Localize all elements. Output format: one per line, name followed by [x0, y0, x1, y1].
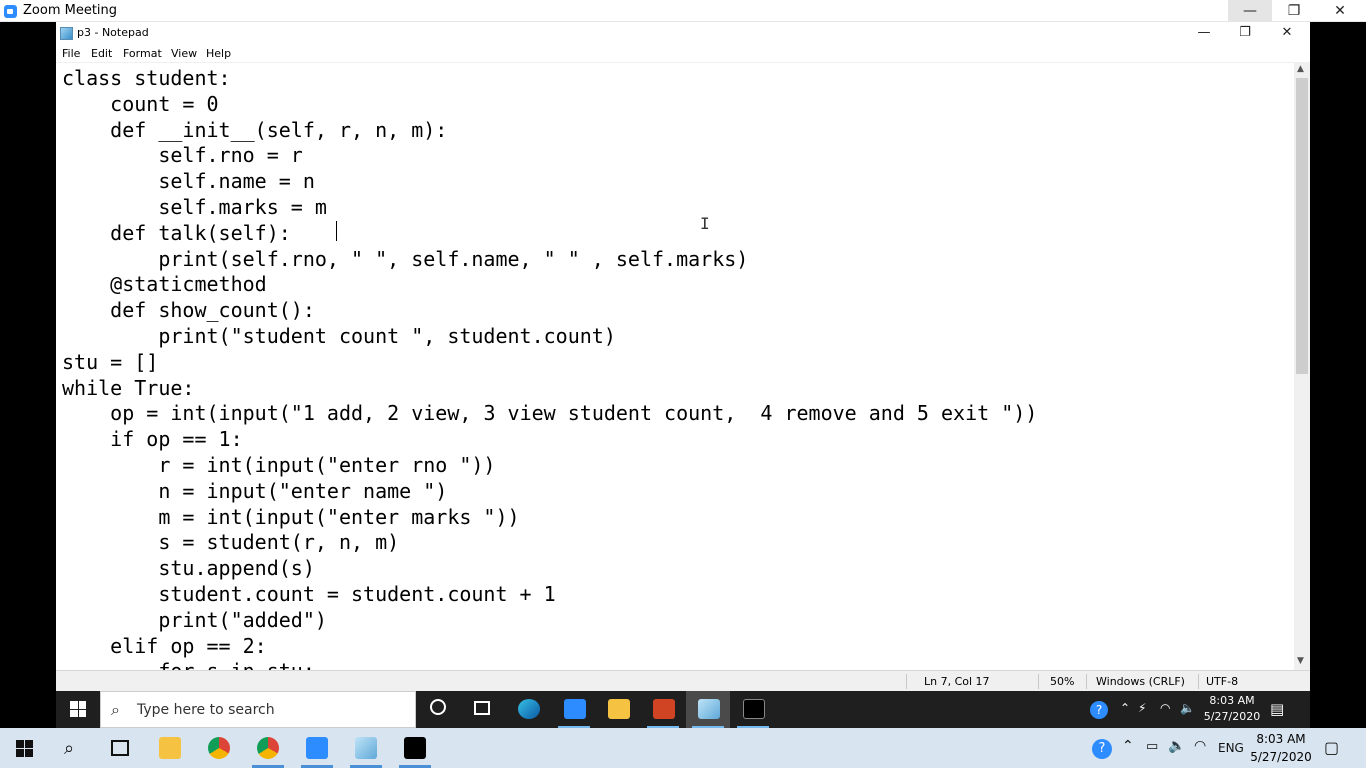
file-explorer-icon[interactable]	[596, 691, 640, 728]
notepad-app-icon	[60, 27, 73, 40]
menu-help[interactable]: Help	[206, 47, 231, 60]
notepad-minimize-button[interactable]: —	[1183, 22, 1225, 44]
cmd-icon[interactable]	[731, 691, 775, 728]
text-caret	[336, 221, 337, 241]
status-divider	[1086, 674, 1087, 689]
volume-icon[interactable]: 🔈	[1168, 738, 1185, 754]
file-explorer-icon[interactable]	[146, 728, 194, 768]
status-divider	[1198, 674, 1199, 689]
language-indicator[interactable]: ENG	[1218, 741, 1244, 755]
local-clock-date: 5/27/2020	[1250, 750, 1312, 764]
status-divider	[1038, 674, 1039, 689]
help-icon[interactable]: ?	[1092, 739, 1112, 759]
notepad-title-bar: p3 - Notepad — ❐ ✕	[56, 22, 1310, 44]
shared-taskbar-clock[interactable]: 8:03 AM 5/27/2020	[1202, 693, 1262, 725]
notepad-text-area[interactable]: class student: count = 0 def __init__(se…	[56, 62, 1294, 670]
notepad-maximize-button[interactable]: ❐	[1224, 22, 1266, 44]
chrome-icon[interactable]	[244, 728, 292, 768]
windows-start-icon[interactable]	[16, 740, 33, 757]
zoom-icon[interactable]	[552, 691, 596, 728]
status-divider	[906, 674, 907, 689]
status-encoding: UTF-8	[1206, 675, 1239, 688]
zoom-maximize-button[interactable]: ❐	[1272, 0, 1316, 22]
zoom-minimize-button[interactable]: —	[1228, 0, 1272, 22]
shared-screen-border-left	[0, 22, 56, 691]
zoom-close-button[interactable]: ✕	[1318, 0, 1362, 22]
tray-chevron-icon[interactable]: ⌃	[1122, 738, 1134, 754]
battery-icon[interactable]: ▭	[1146, 739, 1158, 754]
task-view-icon[interactable]	[460, 691, 504, 728]
notepad-menu-bar: File Edit Format View Help	[56, 44, 1310, 62]
zoom-window-title: Zoom Meeting	[23, 3, 118, 18]
chrome-icon[interactable]	[195, 728, 243, 768]
search-icon: ⌕	[111, 700, 120, 719]
notepad-window-title: p3 - Notepad	[77, 26, 149, 39]
menu-view[interactable]: View	[171, 47, 197, 60]
notification-icon[interactable]: ▢	[1324, 738, 1339, 757]
shared-taskbar: ⌕ Type here to search ? ⌃ ⚡ ◠ 🔈 8:03 AM …	[56, 691, 1310, 728]
wifi-icon[interactable]: ◠	[1194, 738, 1206, 754]
notepad-icon[interactable]	[686, 691, 730, 728]
menu-format[interactable]: Format	[123, 47, 162, 60]
local-taskbar-clock[interactable]: 8:03 AM 5/27/2020	[1246, 730, 1316, 766]
local-taskbar: ⌕ ? ⌃ ▭ 🔈 ◠ ENG 8:03 AM 5/27/2020 ▢	[0, 728, 1366, 768]
powerpoint-icon[interactable]	[641, 691, 685, 728]
zoom-title-bar: Zoom Meeting — ❐ ✕	[0, 0, 1366, 22]
notepad-window: p3 - Notepad — ❐ ✕ File Edit Format View…	[56, 22, 1310, 691]
cmd-icon[interactable]	[391, 728, 439, 768]
zoom-app-icon	[4, 5, 17, 18]
status-cursor-position: Ln 7, Col 17	[924, 675, 990, 688]
taskbar-search-box[interactable]: ⌕ Type here to search	[100, 691, 416, 728]
windows-start-icon[interactable]	[70, 701, 86, 717]
edge-icon[interactable]	[506, 691, 550, 728]
local-clock-time: 8:03 AM	[1256, 732, 1306, 746]
vertical-scrollbar[interactable]: ▲ ▼	[1294, 62, 1310, 670]
scrollbar-thumb[interactable]	[1296, 78, 1308, 374]
menu-file[interactable]: File	[62, 47, 80, 60]
scroll-up-icon[interactable]: ▲	[1297, 64, 1304, 74]
shared-clock-time: 8:03 AM	[1209, 694, 1255, 707]
task-view-icon[interactable]	[96, 728, 144, 768]
search-placeholder: Type here to search	[137, 702, 275, 718]
shared-screen-border-right	[1310, 22, 1366, 691]
notepad-icon[interactable]	[342, 728, 390, 768]
notepad-status-bar: Ln 7, Col 17 50% Windows (CRLF) UTF-8	[56, 670, 1310, 691]
status-zoom-level: 50%	[1050, 675, 1075, 688]
status-line-ending: Windows (CRLF)	[1096, 675, 1185, 688]
ibeam-cursor-icon: I	[700, 214, 710, 233]
search-icon[interactable]: ⌕	[48, 728, 96, 768]
menu-edit[interactable]: Edit	[91, 47, 112, 60]
zoom-icon[interactable]	[293, 728, 341, 768]
notepad-close-button[interactable]: ✕	[1266, 22, 1308, 44]
scroll-down-icon[interactable]: ▼	[1297, 656, 1304, 666]
shared-clock-date: 5/27/2020	[1203, 710, 1261, 723]
code-content[interactable]: class student: count = 0 def __init__(se…	[62, 66, 1037, 670]
cortana-icon[interactable]	[416, 691, 460, 728]
